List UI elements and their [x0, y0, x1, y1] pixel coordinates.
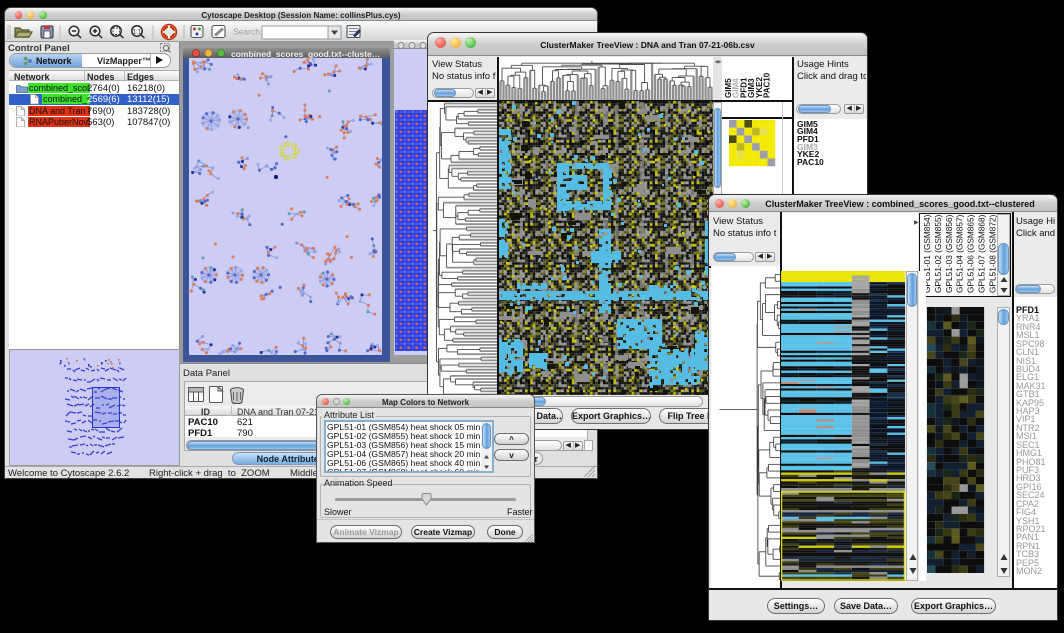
svg-text:1:1: 1:1: [133, 30, 142, 36]
svg-text:Search:: Search:: [233, 27, 262, 37]
svg-text:GPL51-02 (GSM855): GPL51-02 (GSM855): [933, 214, 943, 293]
svg-text:GPL51-06 (GSM865): GPL51-06 (GSM865): [966, 214, 976, 293]
svg-text:GPL51-07 (GSM868): GPL51-07 (GSM868): [977, 214, 987, 293]
svg-text:GPL51-03 (GSM856): GPL51-03 (GSM856): [944, 214, 954, 293]
svg-text:GPL51-08 (GSM872): GPL51-08 (GSM872): [987, 214, 997, 293]
svg-text:PAC10: PAC10: [763, 72, 772, 98]
svg-text:GPL51-04 (GSM857): GPL51-04 (GSM857): [955, 214, 965, 293]
